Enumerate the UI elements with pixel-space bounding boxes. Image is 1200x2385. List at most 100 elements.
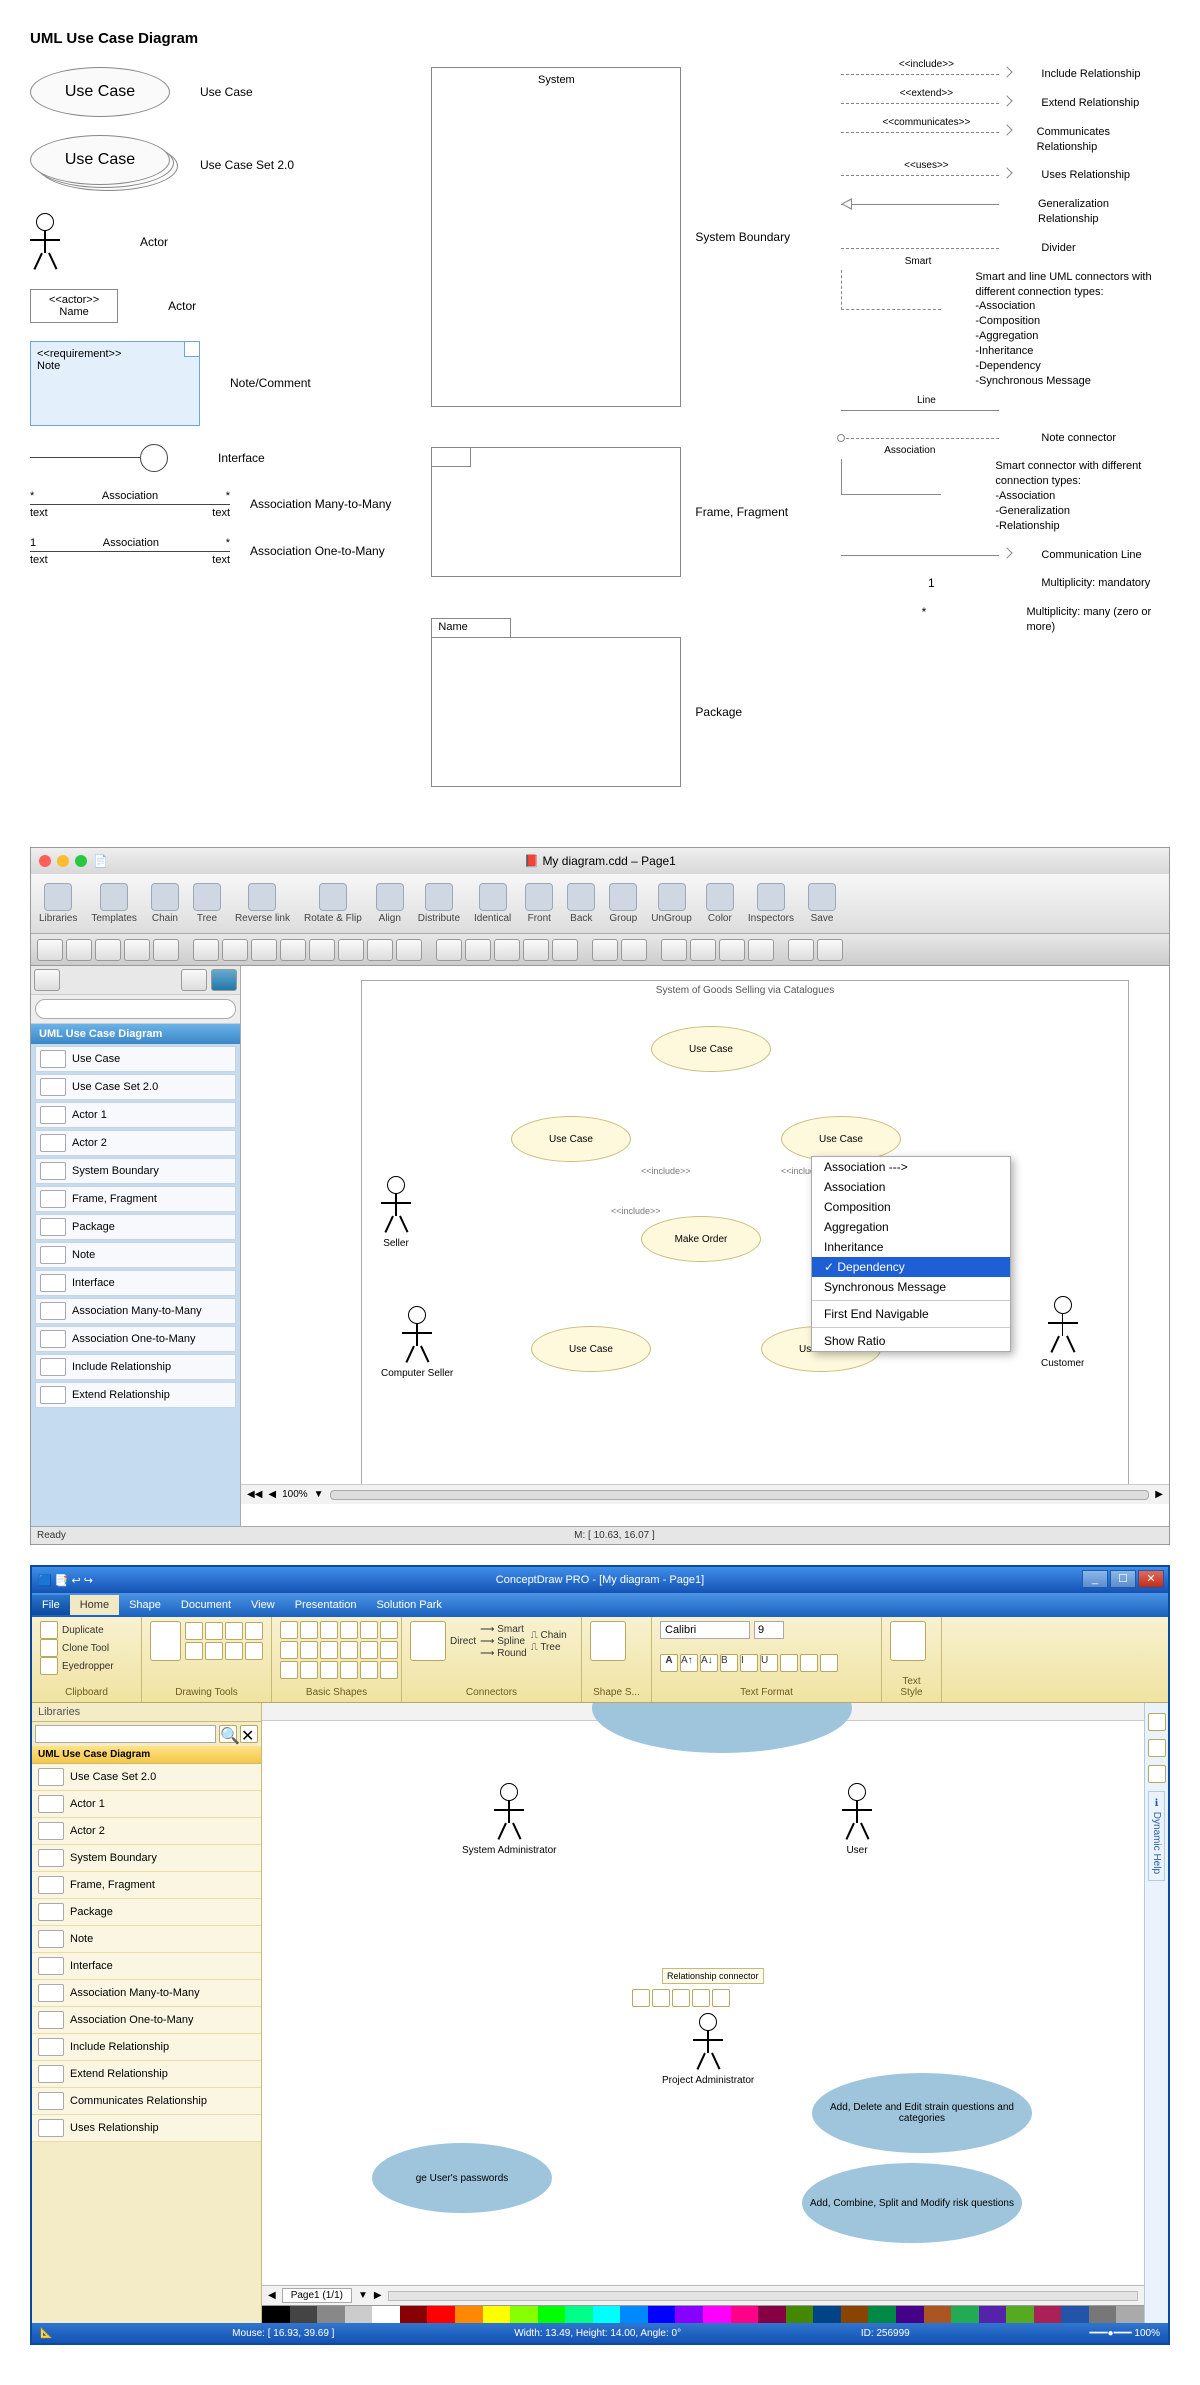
color-swatch[interactable] bbox=[675, 2306, 703, 2323]
clipboard-item[interactable]: Clone Tool bbox=[40, 1639, 133, 1657]
color-swatch[interactable] bbox=[372, 2306, 400, 2323]
usecase-ellipse[interactable]: Add, Delete and Edit strain questions an… bbox=[812, 2073, 1032, 2153]
basic-shape[interactable] bbox=[380, 1621, 398, 1639]
color-swatch[interactable] bbox=[979, 2306, 1007, 2323]
color-swatch[interactable] bbox=[483, 2306, 511, 2323]
library-item[interactable]: Actor 1 bbox=[32, 1791, 261, 1818]
library-item[interactable]: Note bbox=[35, 1242, 236, 1268]
color-swatch[interactable] bbox=[620, 2306, 648, 2323]
draw-tool[interactable] bbox=[185, 1642, 203, 1660]
toolbar-rotate---flip[interactable]: Rotate & Flip bbox=[304, 883, 362, 924]
subtool-btn[interactable] bbox=[465, 939, 491, 961]
library-item[interactable]: Frame, Fragment bbox=[32, 1872, 261, 1899]
subtool-btn[interactable] bbox=[748, 939, 774, 961]
clipboard-item[interactable]: Eyedropper bbox=[40, 1657, 133, 1675]
traffic-lights[interactable] bbox=[39, 855, 87, 867]
subtool-btn[interactable] bbox=[280, 939, 306, 961]
subtool-btn[interactable] bbox=[552, 939, 578, 961]
library-item[interactable]: Extend Relationship bbox=[35, 1382, 236, 1408]
draw-tool[interactable] bbox=[225, 1622, 243, 1640]
library-item[interactable]: Package bbox=[32, 1899, 261, 1926]
text-style-button[interactable] bbox=[890, 1621, 926, 1661]
basic-shape[interactable] bbox=[280, 1641, 298, 1659]
color-swatch[interactable] bbox=[1089, 2306, 1117, 2323]
library-item[interactable]: Use Case Set 2.0 bbox=[35, 1074, 236, 1100]
ribbon-tab[interactable]: Presentation bbox=[285, 1595, 367, 1615]
zoom-icon[interactable] bbox=[75, 855, 87, 867]
library-item[interactable]: Use Case bbox=[35, 1046, 236, 1072]
toolbar-tree[interactable]: Tree bbox=[193, 883, 221, 924]
library-item[interactable]: System Boundary bbox=[32, 1845, 261, 1872]
library-item[interactable]: Use Case Set 2.0 bbox=[32, 1764, 261, 1791]
library-item[interactable]: Include Relationship bbox=[35, 1354, 236, 1380]
basic-shape[interactable] bbox=[320, 1641, 338, 1659]
subtool-btn[interactable] bbox=[367, 939, 393, 961]
color-swatch[interactable] bbox=[648, 2306, 676, 2323]
subtool-btn[interactable] bbox=[592, 939, 618, 961]
color-swatch[interactable] bbox=[538, 2306, 566, 2323]
usecase-node[interactable]: Use Case bbox=[511, 1116, 631, 1162]
draw-tool[interactable] bbox=[185, 1622, 203, 1640]
basic-shape[interactable] bbox=[280, 1661, 298, 1679]
color-palette[interactable] bbox=[262, 2305, 1144, 2323]
minimize-button[interactable]: _ bbox=[1082, 1570, 1108, 1588]
subtool-btn[interactable] bbox=[251, 939, 277, 961]
color-swatch[interactable] bbox=[896, 2306, 924, 2323]
menu-item[interactable]: Association bbox=[812, 1177, 1010, 1197]
subtool-btn[interactable] bbox=[817, 939, 843, 961]
basic-shape[interactable] bbox=[360, 1621, 378, 1639]
basic-shape[interactable] bbox=[340, 1621, 358, 1639]
menu-item[interactable]: First End Navigable bbox=[812, 1304, 1010, 1324]
library-item[interactable]: Actor 1 bbox=[35, 1102, 236, 1128]
menu-item[interactable]: Composition bbox=[812, 1197, 1010, 1217]
sidebar-search-input[interactable] bbox=[35, 999, 236, 1019]
subtool-btn[interactable] bbox=[621, 939, 647, 961]
draw-tool[interactable] bbox=[225, 1642, 243, 1660]
color-swatch[interactable] bbox=[786, 2306, 814, 2323]
subtool-btn[interactable] bbox=[309, 939, 335, 961]
color-swatch[interactable] bbox=[317, 2306, 345, 2323]
zoom-bar[interactable]: ◀◀◀ 100% ▼▶ bbox=[241, 1484, 1169, 1504]
color-swatch[interactable] bbox=[731, 2306, 759, 2323]
font-size-input[interactable] bbox=[754, 1621, 784, 1639]
panel-icon[interactable] bbox=[1148, 1765, 1166, 1783]
file-menu[interactable]: File bbox=[32, 1595, 70, 1615]
ribbon-tab[interactable]: Document bbox=[171, 1595, 241, 1615]
font-name-input[interactable] bbox=[660, 1621, 750, 1639]
color-swatch[interactable] bbox=[813, 2306, 841, 2323]
toolbar-inspectors[interactable]: Inspectors bbox=[748, 883, 794, 924]
win-canvas[interactable]: ge User's passwordsAdd, Delete and Edit … bbox=[262, 1703, 1144, 2323]
color-swatch[interactable] bbox=[951, 2306, 979, 2323]
close-button[interactable]: ✕ bbox=[1138, 1570, 1164, 1588]
library-item[interactable]: Uses Relationship bbox=[32, 2115, 261, 2142]
basic-shape[interactable] bbox=[360, 1641, 378, 1659]
toolbar-templates[interactable]: Templates bbox=[91, 883, 137, 924]
color-swatch[interactable] bbox=[1034, 2306, 1062, 2323]
minimize-icon[interactable] bbox=[57, 855, 69, 867]
usecase-node[interactable]: Use Case bbox=[651, 1026, 771, 1072]
dynamic-help-tab[interactable]: ℹ Dynamic Help bbox=[1148, 1791, 1165, 1881]
connector-side[interactable]: ⎍ Chain bbox=[531, 1630, 567, 1641]
library-item[interactable]: Communicates Relationship bbox=[32, 2088, 261, 2115]
menu-item[interactable]: Inheritance bbox=[812, 1237, 1010, 1257]
library-item[interactable]: Actor 2 bbox=[32, 1818, 261, 1845]
menu-item[interactable]: Aggregation bbox=[812, 1217, 1010, 1237]
library-item[interactable]: Actor 2 bbox=[35, 1130, 236, 1156]
basic-shape[interactable] bbox=[320, 1621, 338, 1639]
menu-item[interactable]: Show Ratio bbox=[812, 1331, 1010, 1351]
panel-icon[interactable] bbox=[1148, 1739, 1166, 1757]
maximize-button[interactable]: ☐ bbox=[1110, 1570, 1136, 1588]
toolbar-group[interactable]: Group bbox=[609, 883, 637, 924]
color-swatch[interactable] bbox=[703, 2306, 731, 2323]
usecase-ellipse[interactable]: Add, Combine, Split and Modify risk ques… bbox=[802, 2163, 1022, 2243]
color-swatch[interactable] bbox=[1061, 2306, 1089, 2323]
win-side-header[interactable]: UML Use Case Diagram bbox=[32, 1746, 261, 1764]
library-item[interactable]: Interface bbox=[35, 1270, 236, 1296]
library-item[interactable]: Interface bbox=[32, 1953, 261, 1980]
actor-node[interactable]: Customer bbox=[1041, 1296, 1084, 1369]
actor-node[interactable]: Computer Seller bbox=[381, 1306, 453, 1379]
basic-shape[interactable] bbox=[300, 1641, 318, 1659]
usecase-ellipse[interactable] bbox=[592, 1703, 852, 1753]
connector-context-menu[interactable]: Association --->AssociationCompositionAg… bbox=[811, 1156, 1011, 1352]
library-item[interactable]: Include Relationship bbox=[32, 2034, 261, 2061]
